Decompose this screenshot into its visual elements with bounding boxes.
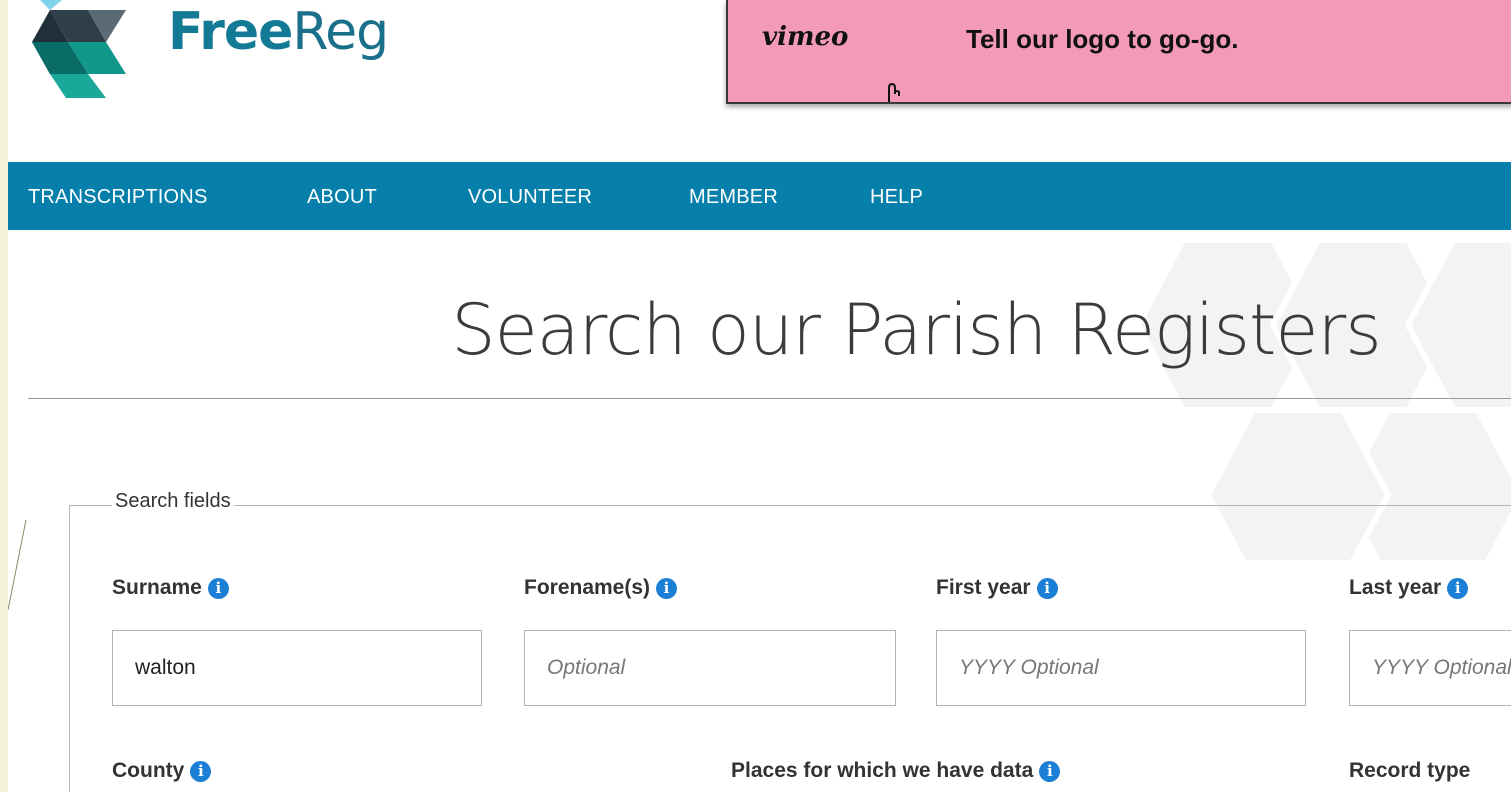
county-label: County i <box>112 759 212 783</box>
last-year-label: Last year i <box>1349 576 1469 600</box>
info-icon[interactable]: i <box>1036 578 1058 599</box>
first-year-input[interactable] <box>936 630 1306 706</box>
surname-label: Surname i <box>112 576 229 600</box>
vimeo-ad-banner[interactable]: vimeo Tell our logo to go-go. <box>726 0 1511 104</box>
info-icon[interactable]: i <box>1447 578 1469 599</box>
page-title: Search our Parish Registers <box>451 289 1381 371</box>
last-year-input[interactable] <box>1349 630 1511 706</box>
nav-member[interactable]: MEMBER <box>689 186 778 209</box>
logo-wordmark: FreeReg <box>168 2 389 62</box>
record-type-label: Record type <box>1349 759 1471 782</box>
hand-pointer-icon <box>888 82 900 102</box>
page-edge-line <box>8 519 27 611</box>
nav-help[interactable]: HELP <box>870 186 923 209</box>
forename-label: Forename(s) i <box>524 576 678 600</box>
freereg-logo[interactable]: FreeReg <box>30 0 450 100</box>
first-year-label: First year i <box>936 576 1058 600</box>
info-icon[interactable]: i <box>190 761 212 782</box>
search-fields-legend: Search fields <box>112 490 234 513</box>
vimeo-brand: vimeo <box>762 22 849 52</box>
search-fields-fieldset: Search fields Surname i Forename(s) i Firs… <box>69 490 1511 792</box>
nav-about[interactable]: ABOUT <box>307 186 377 209</box>
info-icon[interactable]: i <box>207 578 229 599</box>
title-divider <box>28 398 1511 399</box>
page: FreeReg vimeo Tell our logo to go-go. TR… <box>8 0 1511 792</box>
ad-tagline: Tell our logo to go-go. <box>966 24 1239 54</box>
nav-volunteer[interactable]: VOLUNTEER <box>468 186 592 209</box>
forename-input[interactable] <box>524 630 896 706</box>
surname-input[interactable] <box>112 630 482 706</box>
places-label: Places for which we have data i <box>731 759 1061 783</box>
nav-transcriptions[interactable]: TRANSCRIPTIONS <box>28 186 207 209</box>
info-icon[interactable]: i <box>656 578 678 599</box>
main-nav: TRANSCRIPTIONS ABOUT VOLUNTEER MEMBER HE… <box>8 162 1511 230</box>
info-icon[interactable]: i <box>1039 761 1061 782</box>
hexagon-cube-logo-icon <box>32 0 126 98</box>
